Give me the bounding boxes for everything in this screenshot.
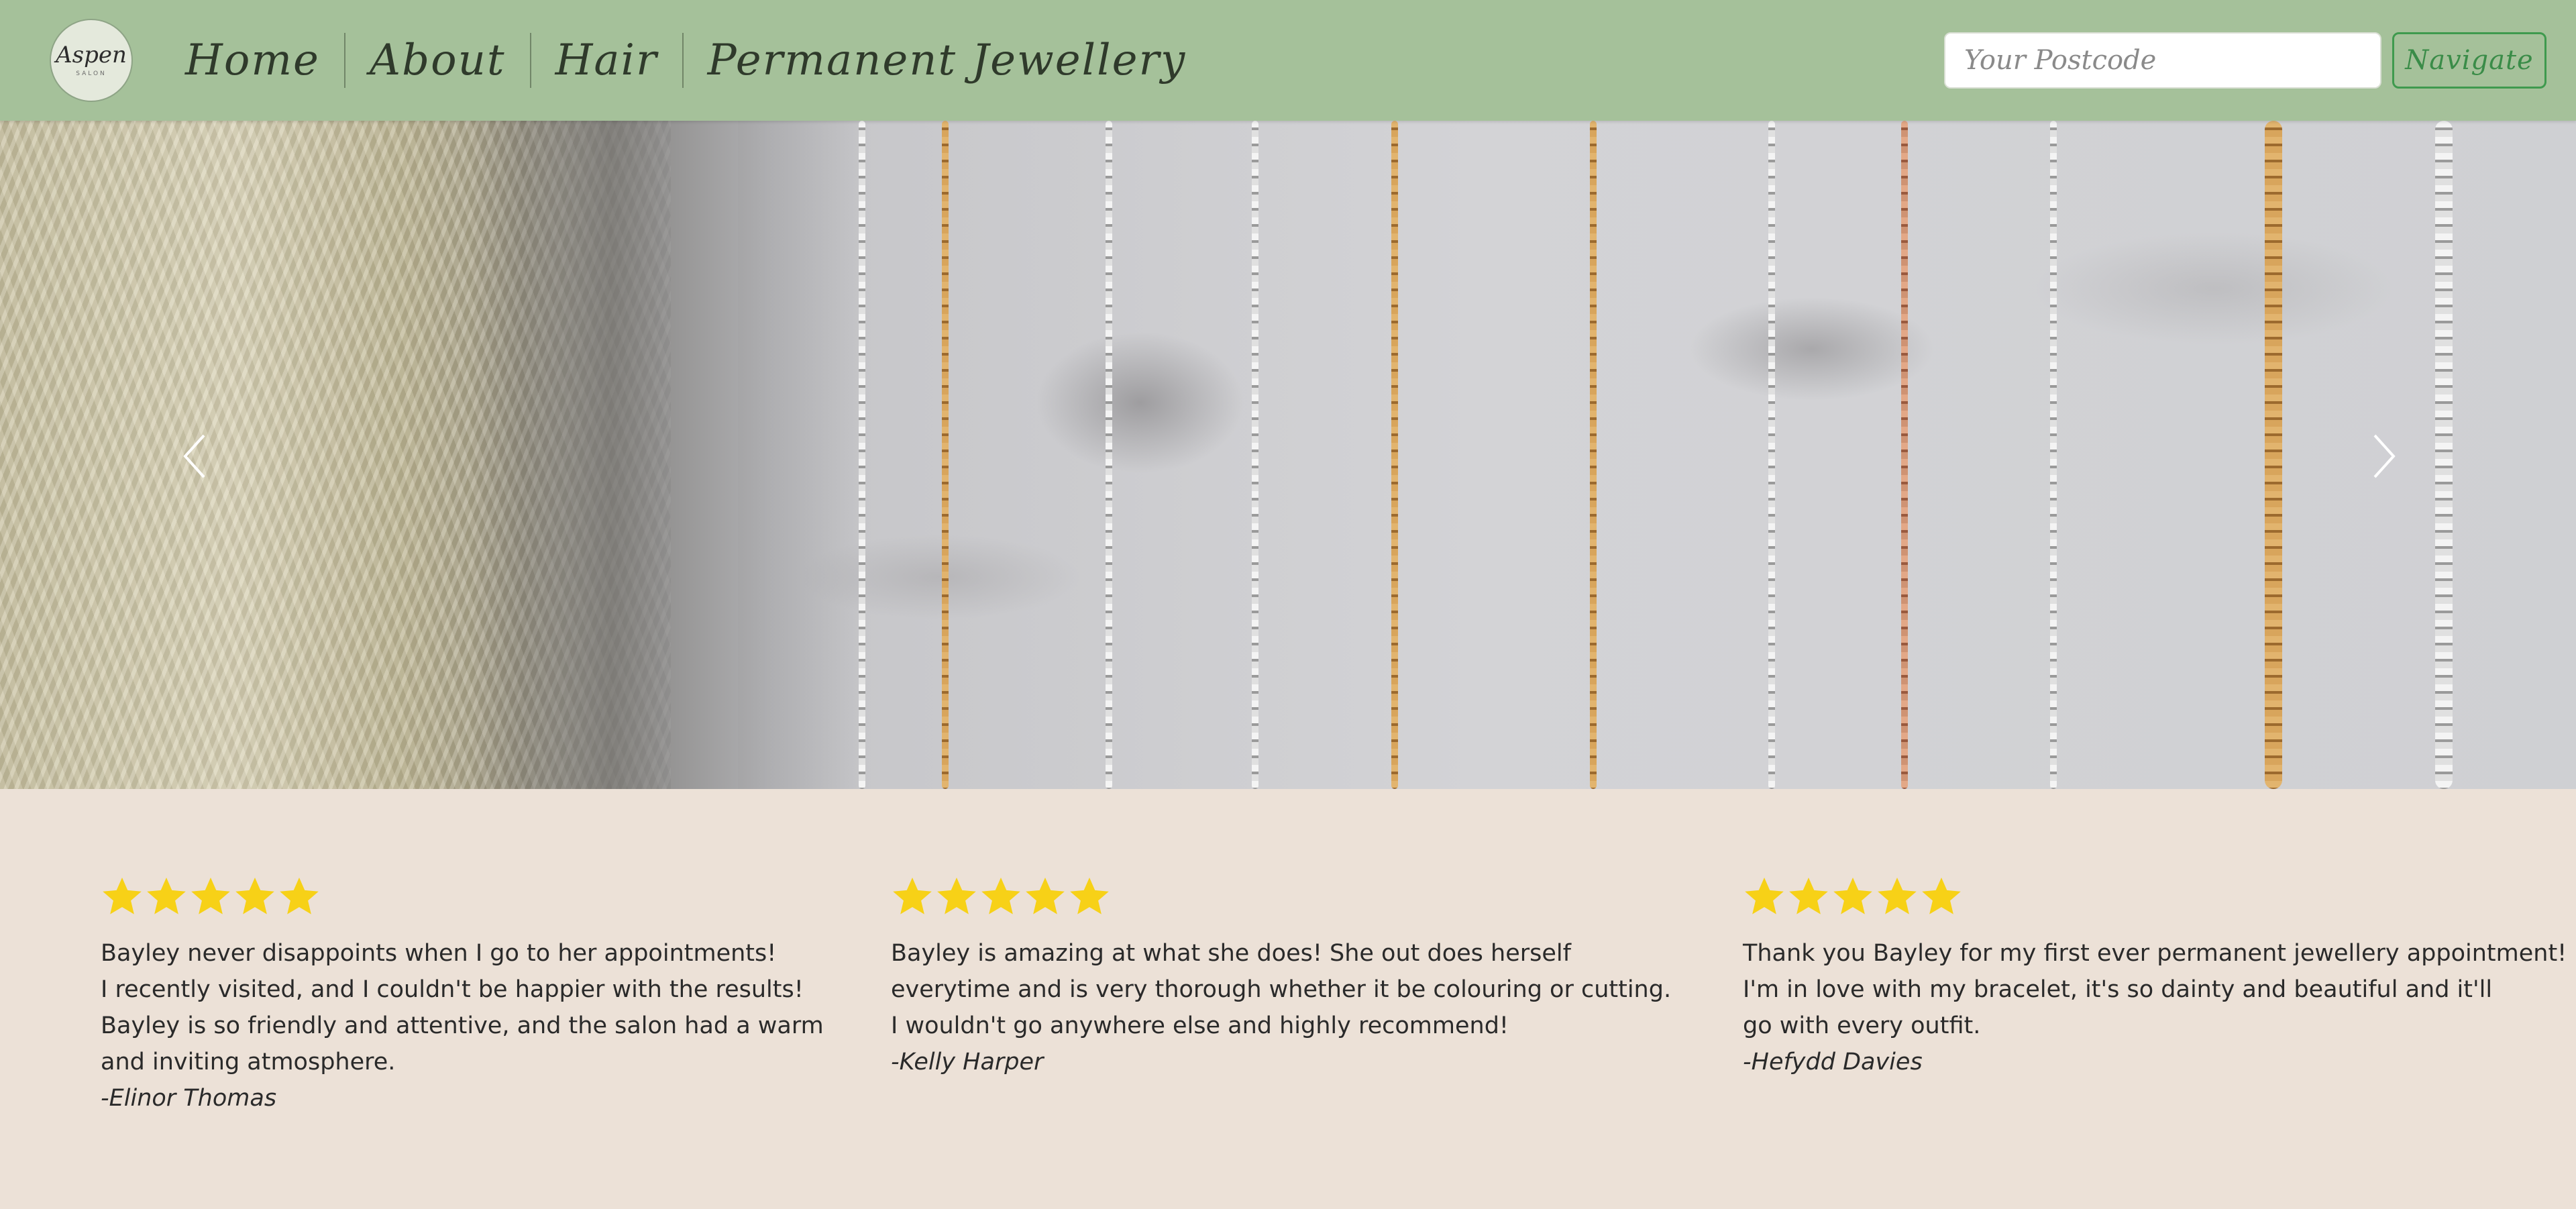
- nav-link-home[interactable]: Home: [161, 36, 344, 85]
- nav-divider: [343, 33, 345, 88]
- review-line: I'm in love with my bracelet, it's so da…: [1743, 976, 2493, 1003]
- chain-image: [1252, 121, 1258, 789]
- top-navbar: Aspen SALON Home About Hair Permanent Je…: [0, 0, 2576, 121]
- star-icon: [1745, 878, 1784, 914]
- star-icon: [1922, 878, 1961, 914]
- navigate-button[interactable]: Navigate: [2392, 32, 2546, 89]
- review-line: and inviting atmosphere.: [101, 1049, 396, 1075]
- review-line: I recently visited, and I couldn't be ha…: [101, 976, 804, 1003]
- postcode-input[interactable]: [1944, 32, 2381, 89]
- star-icon: [280, 878, 319, 914]
- review-author: -Elinor Thomas: [101, 1085, 277, 1112]
- chain-image: [1768, 121, 1775, 789]
- nav-divider: [682, 33, 684, 88]
- chevron-left-icon: [183, 434, 205, 478]
- review-line: Thank you Bayley for my first ever perma…: [1743, 940, 2567, 967]
- star-icon: [981, 878, 1020, 914]
- star-icon: [1070, 878, 1109, 914]
- star-icon: [1789, 878, 1828, 914]
- star-icon: [1833, 878, 1872, 914]
- review-line: Bayley never disappoints when I go to he…: [101, 940, 777, 967]
- review-card: Thank you Bayley for my first ever perma…: [1743, 871, 2567, 1080]
- chain-image: [2265, 121, 2282, 789]
- salon-logo[interactable]: Aspen SALON: [50, 19, 133, 102]
- review-author: -Hefydd Davies: [1743, 1049, 1923, 1075]
- star-icon: [191, 878, 230, 914]
- carousel-prev-button[interactable]: [168, 416, 221, 496]
- star-rating: [101, 871, 824, 922]
- chain-image: [2435, 121, 2453, 789]
- nav-divider: [529, 33, 531, 88]
- image-shadow: [470, 121, 872, 789]
- carousel-next-button[interactable]: [2357, 416, 2411, 496]
- logo-subtext: SALON: [76, 70, 107, 77]
- star-icon: [103, 878, 142, 914]
- review-line: Bayley is amazing at what she does! She …: [891, 940, 1571, 967]
- review-text: Bayley is amazing at what she does! She …: [891, 935, 1671, 1080]
- chain-image: [1901, 121, 1908, 789]
- star-rating: [891, 871, 1671, 922]
- chain-image: [859, 121, 865, 789]
- nav-link-permanent-jewellery[interactable]: Permanent Jewellery: [684, 36, 1211, 85]
- chain-image: [1590, 121, 1597, 789]
- nav-link-hair[interactable]: Hair: [531, 36, 682, 85]
- star-icon: [1026, 878, 1065, 914]
- chevron-right-icon: [2373, 434, 2396, 478]
- star-icon: [937, 878, 976, 914]
- review-line: go with every outfit.: [1743, 1012, 1981, 1039]
- review-author: -Kelly Harper: [891, 1049, 1044, 1075]
- nav-link-about[interactable]: About: [345, 36, 530, 85]
- star-icon: [1878, 878, 1917, 914]
- main-nav: Home About Hair Permanent Jewellery: [161, 32, 1210, 89]
- chain-image: [942, 121, 949, 789]
- review-card: Bayley is amazing at what she does! She …: [891, 871, 1671, 1080]
- chain-image: [1391, 121, 1398, 789]
- star-rating: [1743, 871, 2567, 922]
- star-icon: [235, 878, 274, 914]
- review-line: Bayley is so friendly and attentive, and…: [101, 1012, 824, 1039]
- review-card: Bayley never disappoints when I go to he…: [101, 871, 824, 1116]
- star-icon: [893, 878, 932, 914]
- marble-background: [738, 121, 2576, 789]
- reviews-section: Bayley never disappoints when I go to he…: [0, 789, 2576, 1209]
- review-text: Bayley never disappoints when I go to he…: [101, 935, 824, 1116]
- review-line: I wouldn't go anywhere else and highly r…: [891, 1012, 1509, 1039]
- star-icon: [147, 878, 186, 914]
- chain-image: [2050, 121, 2057, 789]
- logo-text: Aspen: [56, 42, 127, 68]
- chain-image: [1106, 121, 1112, 789]
- hero-carousel: [0, 121, 2576, 789]
- review-line: everytime and is very thorough whether i…: [891, 976, 1672, 1003]
- review-text: Thank you Bayley for my first ever perma…: [1743, 935, 2567, 1080]
